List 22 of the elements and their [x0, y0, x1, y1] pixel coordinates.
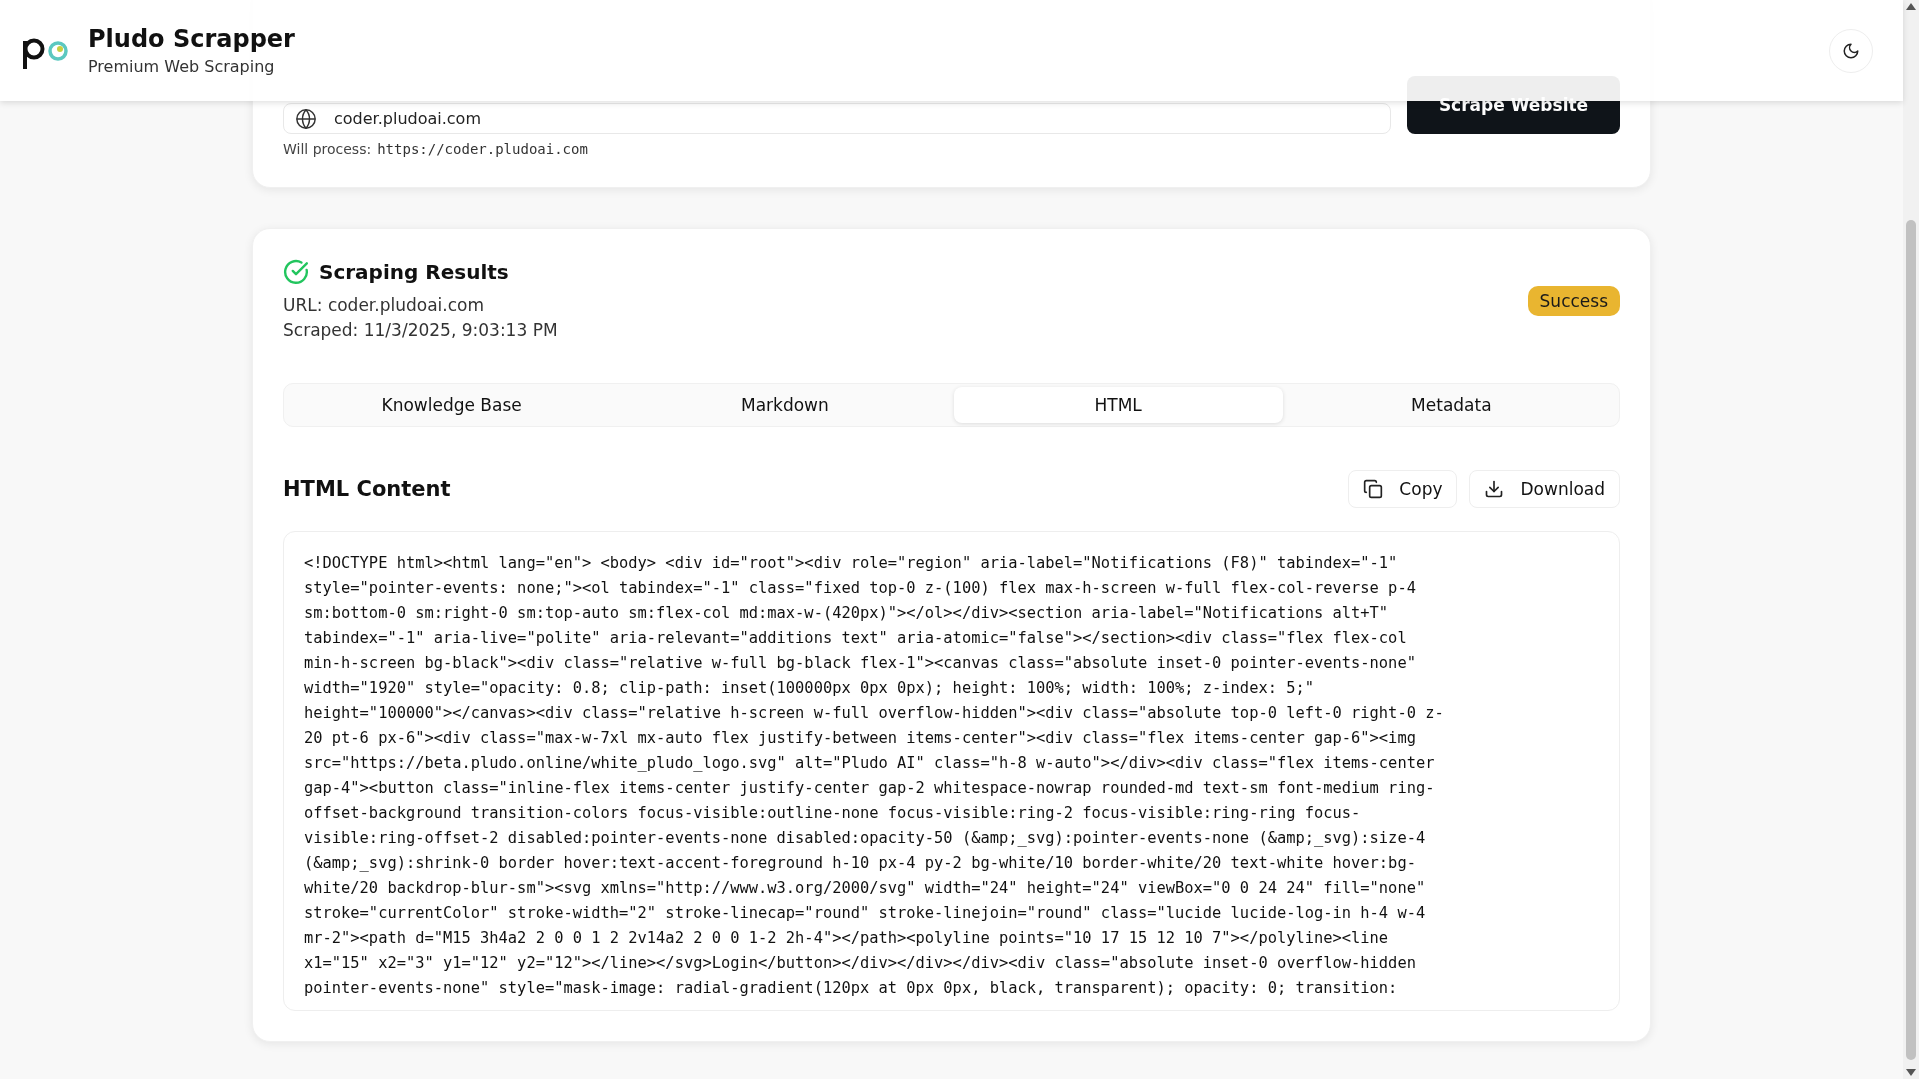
tab[interactable]: Knowledge Base	[287, 387, 617, 423]
tab[interactable]: Metadata	[1286, 387, 1616, 423]
content-title: HTML Content	[283, 477, 451, 501]
moon-icon	[1842, 41, 1860, 60]
check-circle-icon	[283, 259, 309, 285]
process-label: Will process:	[283, 141, 372, 157]
scraped-line: Scraped: 11/3/2025, 9:03:13 PM	[283, 319, 558, 342]
download-icon	[1484, 479, 1505, 499]
url-line: URL: coder.pludoai.com	[283, 294, 486, 317]
process-url: https://coder.pludoai.com	[377, 141, 588, 157]
copy-button[interactable]: Copy	[1348, 470, 1458, 508]
results-title: Scraping Results	[319, 260, 509, 284]
app-title: Pludo Scrapper	[88, 25, 295, 53]
copy-icon	[1363, 479, 1384, 499]
app-subtitle: Premium Web Scraping	[88, 57, 276, 76]
tab[interactable]: HTML	[953, 387, 1283, 423]
tab[interactable]: Markdown	[620, 387, 950, 423]
url-field[interactable]: coder.pludoai.com	[283, 103, 1391, 134]
status-badge: Success	[1527, 286, 1620, 316]
download-button[interactable]: Download	[1469, 470, 1620, 508]
code-text: <!DOCTYPE html><html lang="en"> <body> <div id="root"><div role="region" aria-label="Notifications (F8)" tabindex="-1" style="pointer-events: none;"><ol tabindex="-1" class="fixed top-0 z-(100) flex max-h-screen w-full flex-col-reverse p-4 sm:bottom-0 sm:right-0 sm:top-auto sm:flex-col md:max-w-(420px)"></ol></div><section aria-label="Notifications alt+T" tabindex="-1" aria-live="polite" aria-relevant="additions text" aria-atomic="false"></section><div class="flex flex-col min-h-screen bg-black"><div class="relative w-full bg-black flex-1"><canvas class="absolute inset-0 pointer-events-none" width="1920" style="opacity: 0.8; clip-path: inset(100000px 0px 0px); height: 100%; width: 100%; z-index: 5;" height="100000"></canvas><div class="relative h-screen w-full overflow-hidden"><div class="absolute top-0 left-0 right-0 z- 20 pt-6 px-6"><div class="max-w-7xl mx-auto flex justify-between items-center"><div class="flex items-center gap-6"><img src="https://beta.pludo.online/white_pludo_logo.svg" alt="Pludo AI" class="h-8 w-auto"></div><div class="flex items-center gap-4"><button class="inline-flex items-center justify-center gap-2 whitespace-nowrap rounded-md text-sm font-medium ring- offset-background transition-colors focus-visible:outline-none focus-visible:ring-2 focus-visible:ring-ring focus- visible:ring-offset-2 disabled:pointer-events-none disabled:opacity-50 (&amp;_svg):pointer-events-none (&amp;_svg):size-4 (&amp;_svg):shrink-0 border hover:text-accent-foreground h-10 px-4 py-2 bg-white/10 border-white/20 text-white hover:bg- white/20 backdrop-blur-sm"><svg xmlns="http://www.w3.org/2000/svg" width="24" height="24" viewBox="0 0 24 24" fill="none" stroke="currentColor" stroke-width="2" stroke-linecap="round" stroke-linejoin="round" class="lucide lucide-log-in h-4 w-4 mr-2"><path d="M15 3h4a2 2 0 0 1 2 2v14a2 2 0 0 1-2 2h-4"></path><polyline points="10 17 15 12 10 7"></polyline><line x1="15" x2="3" y1="12" y2="12"></line></svg>Login</button></div></div></div><div class="absolute inset-0 overflow-hidden pointer-events-none" style="mask-image: radial-gradient(120px at 0px 0px, black, transparent); opacity: 0; transition:	[304, 553, 1445, 999]
theme-toggle-button[interactable]	[1829, 28, 1873, 73]
